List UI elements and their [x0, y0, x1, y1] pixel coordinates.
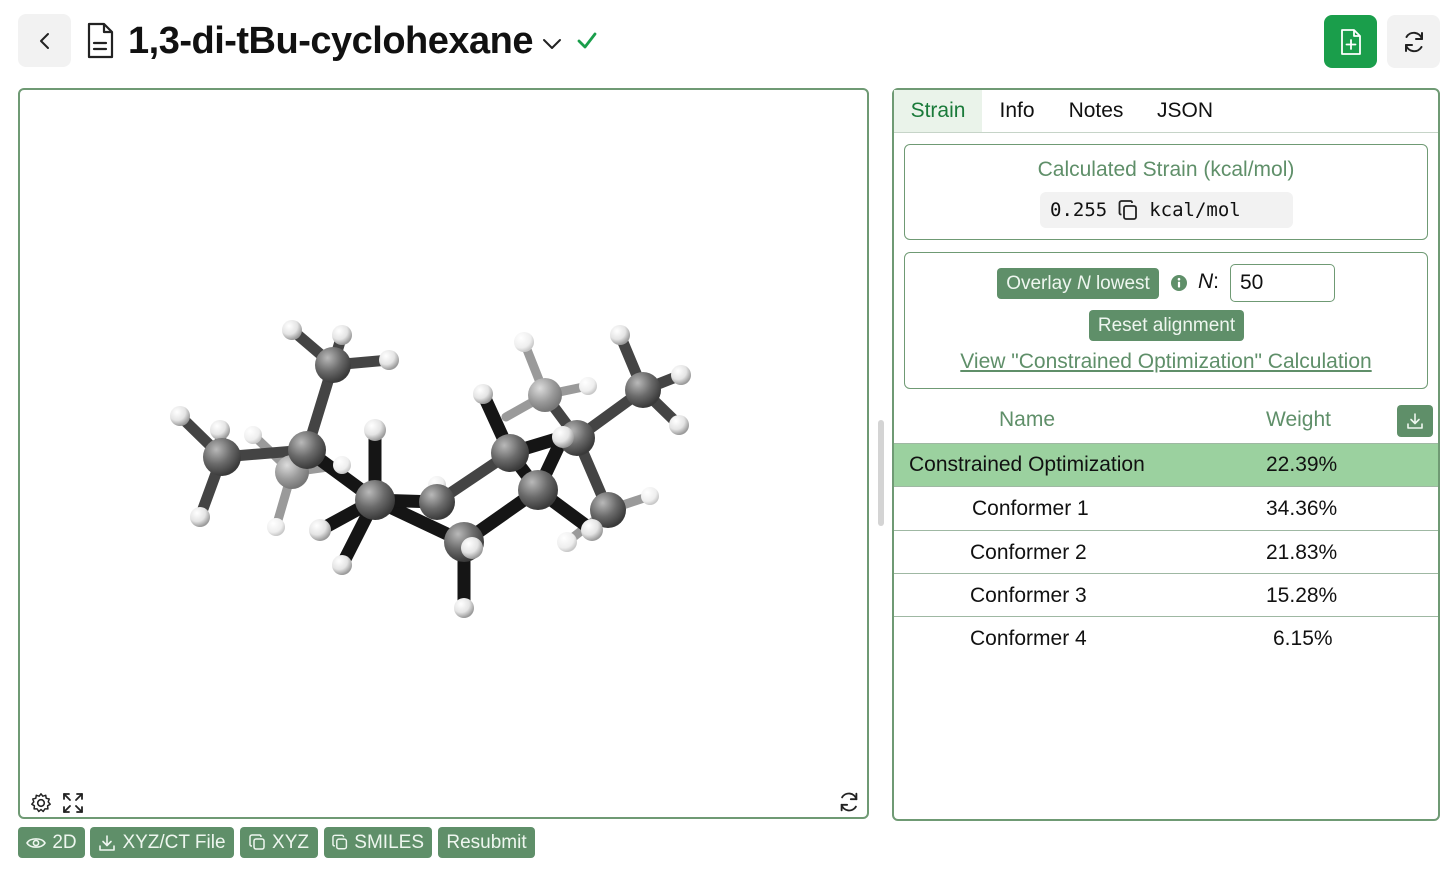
- copy-xyz-label: XYZ: [272, 831, 309, 853]
- download-table-button[interactable]: [1397, 405, 1433, 437]
- eye-icon: [26, 837, 47, 848]
- table-row[interactable]: Constrained Optimization 22.39%: [894, 443, 1438, 486]
- n-label-letter: N: [1198, 270, 1214, 293]
- row-name: Constrained Optimization: [909, 453, 1145, 476]
- view-calculation-link[interactable]: View "Constrained Optimization" Calculat…: [904, 350, 1428, 374]
- chevron-left-icon: [39, 32, 49, 49]
- download-xyz-ct-button[interactable]: XYZ/CT File: [90, 827, 234, 858]
- copy-smiles-button[interactable]: SMILES: [324, 827, 432, 858]
- copy-icon: [249, 834, 265, 850]
- copy-icon: [332, 834, 348, 850]
- refresh-button[interactable]: [1387, 15, 1440, 68]
- row-weight: 22.39%: [1266, 453, 1338, 476]
- resubmit-button[interactable]: Resubmit: [438, 827, 535, 858]
- strain-value-unit: kcal/mol: [1149, 199, 1241, 221]
- reset-view-refresh-icon[interactable]: [837, 790, 861, 814]
- table-row[interactable]: Conformer 3 15.28%: [894, 573, 1438, 616]
- table-header-name[interactable]: Name: [999, 408, 1055, 432]
- row-weight: 15.28%: [1266, 584, 1338, 607]
- tab-notes[interactable]: Notes: [1054, 90, 1138, 132]
- n-label-colon: :: [1213, 270, 1220, 293]
- overlay-label-suffix: lowest: [1090, 272, 1150, 294]
- title-dropdown-chevron-icon[interactable]: [540, 32, 564, 56]
- page-title: 1,3-di-tBu-cyclohexane: [128, 20, 534, 62]
- molecule-3d-rendering[interactable]: [20, 90, 867, 817]
- toggle-2d-label: 2D: [52, 831, 77, 853]
- row-name: Conformer 3: [970, 584, 1087, 607]
- overlay-label-n: N: [1076, 272, 1091, 294]
- tab-info[interactable]: Info: [984, 90, 1050, 132]
- row-weight: 6.15%: [1273, 627, 1333, 650]
- settings-gear-icon[interactable]: [30, 792, 52, 814]
- tab-strain[interactable]: Strain: [894, 90, 982, 132]
- document-icon: [87, 22, 114, 59]
- copy-value-icon[interactable]: [1117, 199, 1139, 221]
- download-icon: [99, 834, 116, 851]
- table-row[interactable]: Conformer 1 34.36%: [894, 486, 1438, 529]
- n-count-input[interactable]: 50: [1230, 264, 1335, 302]
- table-header-weight[interactable]: Weight: [1266, 408, 1331, 432]
- file-plus-icon: [1340, 28, 1361, 55]
- tab-json[interactable]: JSON: [1142, 90, 1228, 132]
- overlay-n-lowest-button[interactable]: Overlay N lowest: [997, 268, 1159, 299]
- row-weight: 34.36%: [1266, 497, 1338, 520]
- row-weight: 21.83%: [1266, 541, 1338, 564]
- table-row[interactable]: Conformer 4 6.15%: [894, 616, 1438, 659]
- fullscreen-icon[interactable]: [62, 792, 84, 814]
- download-xyz-ct-label: XYZ/CT File: [122, 831, 226, 853]
- resubmit-label: Resubmit: [446, 831, 527, 853]
- download-icon: [1407, 413, 1423, 429]
- row-name: Conformer 2: [970, 541, 1087, 564]
- refresh-icon: [1404, 31, 1423, 52]
- toggle-2d-button[interactable]: 2D: [18, 827, 85, 858]
- n-label: N:: [1198, 270, 1219, 294]
- molecule-viewer[interactable]: [18, 88, 869, 819]
- row-name: Conformer 1: [972, 497, 1089, 520]
- copy-smiles-label: SMILES: [354, 831, 424, 853]
- row-name: Conformer 4: [970, 627, 1087, 650]
- strain-value: 0.255 kcal/mol: [1040, 192, 1293, 228]
- new-file-button[interactable]: [1324, 15, 1377, 68]
- overlay-label-prefix: Overlay: [1006, 272, 1077, 294]
- table-row[interactable]: Conformer 2 21.83%: [894, 530, 1438, 573]
- strain-card-title: Calculated Strain (kcal/mol): [1037, 158, 1295, 181]
- strain-value-number: 0.255: [1050, 199, 1108, 221]
- status-check-icon: [577, 32, 597, 49]
- reset-alignment-button[interactable]: Reset alignment: [1089, 310, 1244, 341]
- back-button[interactable]: [18, 14, 71, 67]
- info-icon[interactable]: [1170, 274, 1188, 292]
- copy-xyz-button[interactable]: XYZ: [240, 827, 318, 858]
- panel-resize-handle[interactable]: [878, 420, 884, 526]
